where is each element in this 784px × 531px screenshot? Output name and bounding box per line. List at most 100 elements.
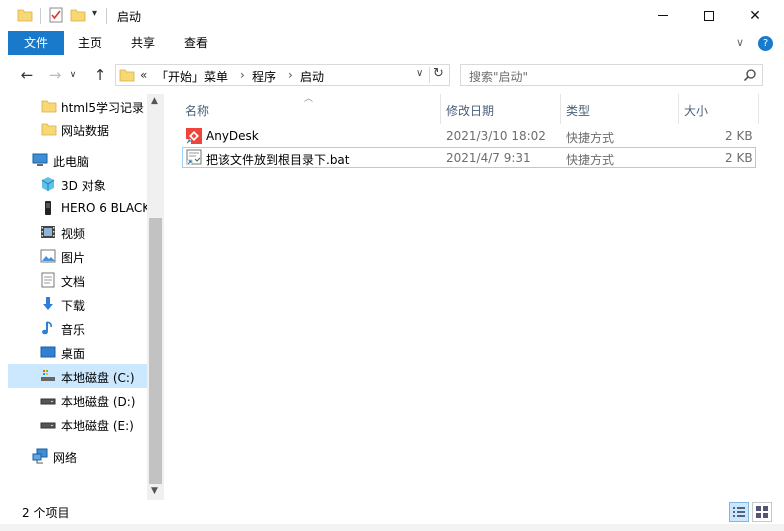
- nav-item-label: HERO 6 BLACK: [61, 201, 151, 215]
- folder-icon: [17, 7, 33, 25]
- large-icons-view-button[interactable]: [752, 502, 772, 522]
- breadcrumb-item[interactable]: 启动: [300, 68, 324, 85]
- folder-icon: [41, 121, 57, 137]
- scrollbar-thumb[interactable]: [149, 218, 162, 484]
- details-view-icon: [733, 506, 745, 521]
- file-row-bat[interactable]: 把该文件放到根目录下.bat 2021/4/7 9:31 快捷方式 2 KB: [182, 147, 756, 168]
- desktop-icon: [40, 344, 56, 360]
- column-header-name[interactable]: 名称: [185, 102, 209, 124]
- expand-ribbon-icon[interactable]: ∨: [736, 36, 744, 49]
- scroll-down-icon[interactable]: ▼: [151, 486, 158, 496]
- nav-item-drive-d[interactable]: 本地磁盘 (D:): [8, 388, 148, 412]
- large-icons-view-icon: [756, 506, 768, 521]
- column-separator[interactable]: [758, 94, 759, 124]
- column-header-size[interactable]: 大小: [684, 102, 708, 124]
- network-icon: [32, 448, 48, 464]
- properties-icon[interactable]: [48, 7, 64, 25]
- navigation-bar: ← → ∨ ↑ « 「开始」菜单 › 程序 › 启动 ∨ ↻ 搜索"启动": [0, 55, 784, 94]
- nav-item-label: 本地磁盘 (E:): [61, 419, 134, 433]
- nav-item-drive-e[interactable]: 本地磁盘 (E:): [8, 412, 148, 436]
- nav-item-downloads[interactable]: 下载: [8, 292, 148, 316]
- nav-item-pictures[interactable]: 图片: [8, 244, 148, 268]
- ribbon-tabs: 文件 主页 共享 查看 ∨ ?: [0, 31, 784, 55]
- navigation-scrollbar[interactable]: ▲ ▼: [147, 94, 164, 500]
- pictures-folder-icon: [40, 248, 56, 264]
- arrow-right-icon: →: [48, 66, 62, 84]
- address-bar[interactable]: « 「开始」菜单 › 程序 › 启动 ∨ ↻: [115, 64, 450, 86]
- close-button[interactable]: ✕: [732, 0, 778, 31]
- breadcrumb-separator-icon[interactable]: ›: [240, 68, 245, 82]
- nav-item-html5-notes[interactable]: html5学习记录: [8, 94, 148, 118]
- arrow-left-icon: ←: [20, 66, 34, 84]
- tab-share[interactable]: 共享: [119, 31, 167, 55]
- file-name: AnyDesk: [206, 129, 259, 143]
- nav-item-3d-objects[interactable]: 3D 对象: [8, 172, 148, 196]
- back-button[interactable]: ←: [17, 65, 37, 85]
- title-bar: ▾ 启动 ✕: [0, 0, 784, 31]
- search-box[interactable]: 搜索"启动": [460, 64, 763, 86]
- close-icon: ✕: [749, 7, 761, 24]
- tab-home[interactable]: 主页: [66, 31, 114, 55]
- refresh-icon[interactable]: ↻: [433, 66, 444, 81]
- computer-icon: [32, 152, 48, 168]
- nav-item-label: 此电脑: [53, 155, 90, 169]
- file-name: 把该文件放到根目录下.bat: [206, 153, 350, 167]
- scroll-up-icon[interactable]: ▲: [151, 96, 158, 106]
- column-header-type[interactable]: 类型: [566, 102, 590, 124]
- nav-item-network[interactable]: 网络: [8, 444, 148, 468]
- address-divider: [429, 67, 430, 83]
- nav-item-documents[interactable]: 文档: [8, 268, 148, 292]
- nav-item-label: 视频: [61, 227, 86, 241]
- forward-button[interactable]: →: [45, 65, 65, 85]
- up-button[interactable]: ↑: [90, 65, 110, 85]
- nav-item-label: 桌面: [61, 347, 86, 361]
- cube-3d-icon: [40, 176, 56, 192]
- nav-item-label: 下载: [61, 299, 86, 313]
- search-icon[interactable]: [743, 68, 757, 85]
- nav-item-this-pc[interactable]: 此电脑: [8, 148, 148, 172]
- tab-file[interactable]: 文件: [8, 31, 64, 55]
- nav-item-hero6[interactable]: HERO 6 BLACK: [8, 196, 151, 220]
- column-separator[interactable]: [560, 94, 561, 124]
- maximize-icon: [704, 10, 714, 21]
- nav-item-label: 图片: [61, 251, 86, 265]
- column-header-date[interactable]: 修改日期: [446, 102, 494, 124]
- nav-item-site-data[interactable]: 网站数据: [8, 117, 148, 141]
- nav-item-videos[interactable]: 视频: [8, 220, 148, 244]
- nav-item-music[interactable]: 音乐: [8, 316, 148, 340]
- help-icon[interactable]: ?: [758, 36, 773, 51]
- music-note-icon: [40, 320, 56, 336]
- maximize-button[interactable]: [686, 0, 732, 31]
- file-row-anydesk[interactable]: AnyDesk 2021/3/10 18:02 快捷方式 2 KB: [182, 126, 756, 147]
- nav-item-drive-c[interactable]: 本地磁盘 (C:): [8, 364, 148, 388]
- folder-icon: [41, 98, 57, 114]
- new-folder-icon[interactable]: [70, 7, 86, 25]
- batch-file-icon: [186, 149, 202, 168]
- column-separator[interactable]: [440, 94, 441, 124]
- breadcrumb-item[interactable]: 程序: [252, 68, 276, 85]
- breadcrumb-separator-icon[interactable]: ›: [288, 68, 293, 82]
- breadcrumb-overflow[interactable]: «: [140, 68, 147, 82]
- file-type: 快捷方式: [566, 153, 615, 167]
- minimize-button[interactable]: [640, 0, 686, 31]
- customize-quick-access-icon[interactable]: ▾: [92, 8, 97, 19]
- navigation-pane: html5学习记录 网站数据 此电脑 3D 对象 HERO 6 BLACK 视频: [8, 94, 163, 500]
- nav-item-label: 文档: [61, 275, 86, 289]
- anydesk-icon: [186, 128, 202, 147]
- nav-item-desktop[interactable]: 桌面: [8, 340, 148, 364]
- drive-icon: [40, 416, 56, 432]
- status-bar: 2 个项目: [0, 500, 784, 524]
- search-input[interactable]: 搜索"启动": [469, 68, 528, 85]
- nav-item-label: 本地磁盘 (D:): [61, 395, 136, 409]
- column-separator[interactable]: [678, 94, 679, 124]
- address-dropdown-icon[interactable]: ∨: [416, 68, 423, 79]
- tab-view[interactable]: 查看: [172, 31, 220, 55]
- nav-item-label: html5学习记录: [61, 101, 144, 115]
- nav-item-label: 本地磁盘 (C:): [61, 371, 135, 385]
- toolbar-divider: [40, 8, 41, 24]
- video-folder-icon: [40, 224, 56, 240]
- details-view-button[interactable]: [729, 502, 749, 522]
- recent-locations-button[interactable]: ∨: [66, 65, 80, 85]
- breadcrumb-item[interactable]: 「开始」菜单: [156, 68, 228, 85]
- system-drive-icon: [40, 368, 56, 384]
